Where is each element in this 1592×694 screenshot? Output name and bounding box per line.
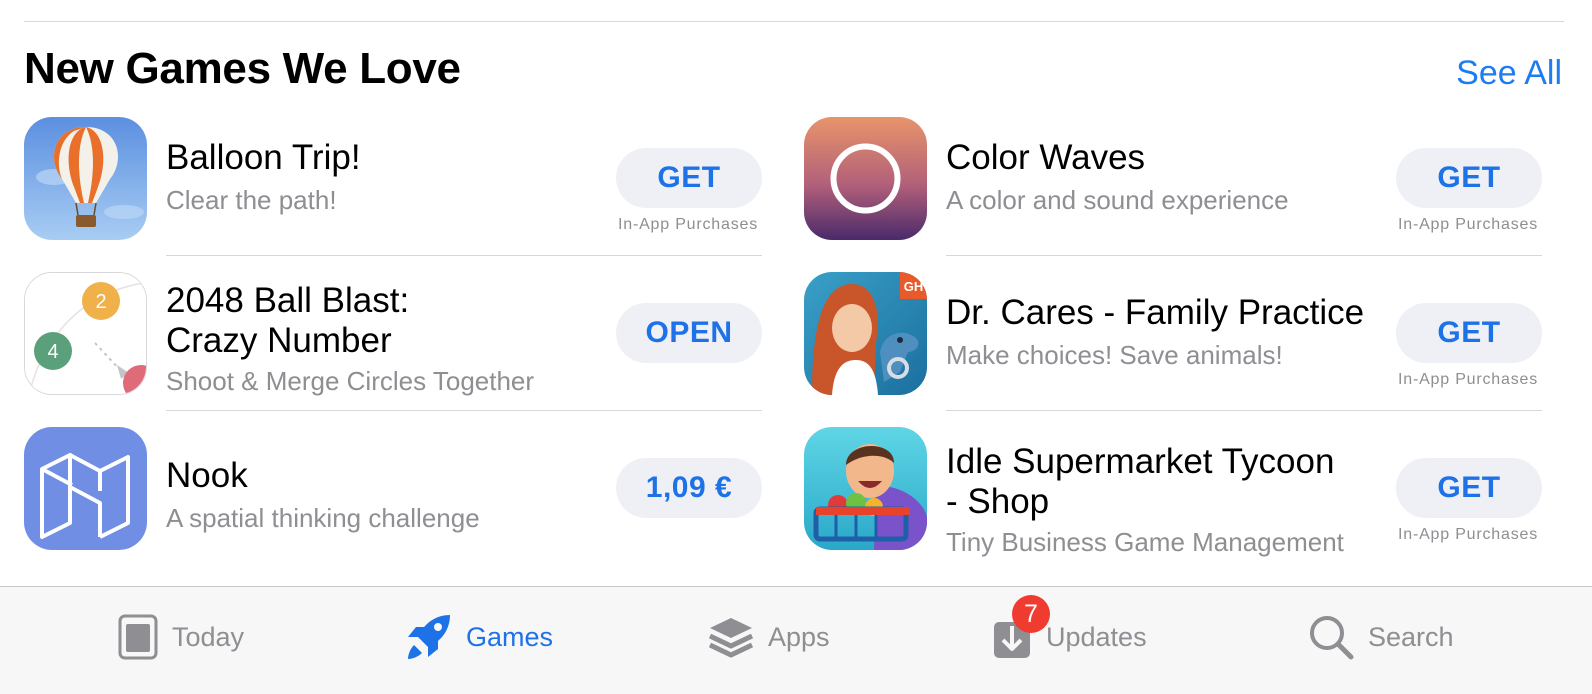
- ball-blast-icon: 2 4: [24, 272, 147, 395]
- app-row-balloon-trip[interactable]: Balloon Trip! Clear the path! GET In-App…: [24, 116, 762, 271]
- app-row-2048-ball-blast[interactable]: 2 4 2048 Ball Blast: Crazy Number Shoot …: [24, 271, 762, 426]
- open-button[interactable]: OPEN: [616, 303, 762, 363]
- app-name: Nook: [166, 456, 248, 495]
- get-button[interactable]: GET: [1396, 458, 1542, 518]
- tab-label: Updates: [1046, 621, 1147, 652]
- app-subtitle: Tiny Business Game Management: [946, 527, 1344, 557]
- tab-today[interactable]: Today: [118, 587, 244, 687]
- in-app-purchases-label: In-App Purchases: [1398, 371, 1538, 388]
- rocket-icon: [406, 613, 452, 661]
- dr-cares-icon: GH: [804, 272, 927, 395]
- app-name: Balloon Trip!: [166, 138, 361, 177]
- app-subtitle: A spatial thinking challenge: [166, 503, 480, 533]
- row-divider: [946, 410, 1542, 411]
- app-subtitle: Clear the path!: [166, 185, 337, 215]
- tab-label: Today: [172, 621, 245, 652]
- get-button[interactable]: GET: [616, 148, 762, 208]
- see-all-link[interactable]: See All: [1456, 54, 1562, 93]
- balloon-icon: [24, 117, 147, 240]
- app-row-dr-cares[interactable]: GH Dr. Cares - Family Practice Make choi…: [804, 271, 1542, 426]
- tab-games[interactable]: Games: [406, 587, 553, 687]
- price-button[interactable]: 1,09 €: [616, 458, 762, 518]
- app-name: 2048 Ball Blast: Crazy Number: [166, 281, 410, 360]
- app-row-color-waves[interactable]: Color Waves A color and sound experience…: [804, 116, 1542, 271]
- app-row-nook[interactable]: Nook A spatial thinking challenge 1,09 €: [24, 426, 762, 581]
- nook-icon: [24, 427, 147, 550]
- app-list-right: Color Waves A color and sound experience…: [804, 116, 1542, 581]
- layers-icon: [708, 614, 754, 660]
- app-subtitle: Make choices! Save animals!: [946, 340, 1283, 370]
- row-divider: [166, 410, 762, 411]
- tab-label: Apps: [768, 621, 830, 652]
- app-name: Dr. Cares - Family Practice: [946, 293, 1365, 332]
- updates-badge: 7: [1012, 595, 1050, 633]
- tab-updates[interactable]: 7 Updates: [992, 587, 1147, 687]
- tab-label: Search: [1368, 621, 1454, 652]
- in-app-purchases-label: In-App Purchases: [1398, 526, 1538, 543]
- app-subtitle: Shoot & Merge Circles Together: [166, 366, 535, 396]
- tab-bar: Today Games Apps 7 Updates Search: [0, 586, 1592, 694]
- supermarket-icon: [804, 427, 927, 550]
- search-icon: [1308, 614, 1354, 660]
- section-title: New Games We Love: [24, 44, 461, 93]
- top-divider: [24, 21, 1564, 22]
- get-button[interactable]: GET: [1396, 148, 1542, 208]
- app-name: Idle Supermarket Tycoon - Shop: [946, 442, 1335, 521]
- color-waves-icon: [804, 117, 927, 240]
- studio-badge-text: GH: [904, 279, 924, 294]
- tab-apps[interactable]: Apps: [708, 587, 830, 687]
- today-icon: [118, 614, 158, 660]
- ball-number-4: 4: [47, 341, 58, 363]
- in-app-purchases-label: In-App Purchases: [1398, 216, 1538, 233]
- ball-number-2: 2: [95, 291, 106, 313]
- row-divider: [166, 255, 762, 256]
- row-divider: [946, 255, 1542, 256]
- app-subtitle: A color and sound experience: [946, 185, 1289, 215]
- in-app-purchases-label: In-App Purchases: [618, 216, 758, 233]
- app-name: Color Waves: [946, 138, 1146, 177]
- get-button[interactable]: GET: [1396, 303, 1542, 363]
- tab-label: Games: [466, 621, 554, 652]
- app-list-left: Balloon Trip! Clear the path! GET In-App…: [24, 116, 762, 581]
- app-row-idle-supermarket[interactable]: Idle Supermarket Tycoon - Shop Tiny Busi…: [804, 426, 1542, 581]
- tab-search[interactable]: Search: [1308, 587, 1454, 687]
